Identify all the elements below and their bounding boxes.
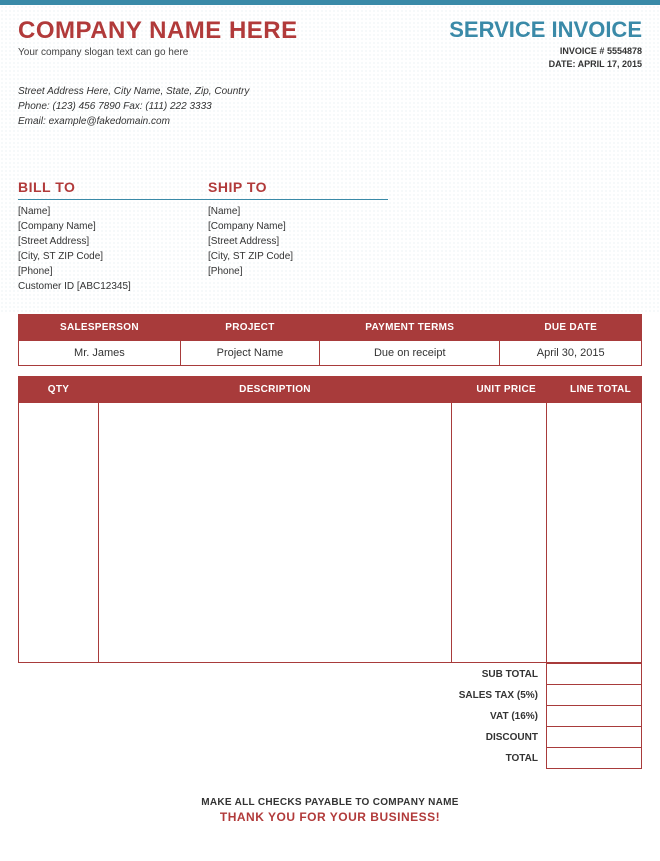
company-address-block: Street Address Here, City Name, State, Z…	[18, 84, 642, 129]
project-value: Project Name	[180, 341, 319, 366]
subtotal-label: SUB TOTAL	[18, 664, 547, 685]
invoice-page: COMPANY NAME HERE Your company slogan te…	[0, 0, 660, 838]
salesperson-header: SALESPERSON	[19, 315, 181, 341]
ship-city: [City, ST ZIP Code]	[208, 249, 398, 264]
company-address: Street Address Here, City Name, State, Z…	[18, 84, 642, 99]
sales-tax-value	[547, 685, 642, 706]
bill-to-details: [Name] [Company Name] [Street Address] […	[18, 204, 208, 294]
invoice-date: APRIL 17, 2015	[578, 59, 642, 69]
bill-ship-rule	[18, 199, 388, 200]
company-block: COMPANY NAME HERE Your company slogan te…	[18, 17, 298, 58]
ship-to-heading: SHIP TO	[208, 179, 398, 195]
unit-price-header: UNIT PRICE	[452, 377, 547, 403]
bill-ship-section: BILL TO SHIP TO	[18, 179, 642, 195]
bill-street: [Street Address]	[18, 234, 208, 249]
email-label: Email:	[18, 116, 46, 127]
ship-name: [Name]	[208, 204, 398, 219]
bill-city: [City, ST ZIP Code]	[18, 249, 208, 264]
header-section: COMPANY NAME HERE Your company slogan te…	[0, 5, 660, 314]
invoice-title-block: SERVICE INVOICE INVOICE # 5554878 DATE: …	[449, 17, 642, 70]
fax-label: Fax:	[123, 101, 142, 112]
ship-street: [Street Address]	[208, 234, 398, 249]
total-label: TOTAL	[18, 748, 547, 769]
invoice-date-line: DATE: APRIL 17, 2015	[449, 58, 642, 71]
footer-thanks: THANK YOU FOR YOUR BUSINESS!	[0, 810, 660, 824]
invoice-number-line: INVOICE # 5554878	[449, 45, 642, 58]
bill-to-column: BILL TO	[18, 179, 208, 195]
ship-to-details: [Name] [Company Name] [Street Address] […	[208, 204, 398, 294]
fax-value: (111) 222 3333	[145, 101, 211, 112]
invoice-number: 5554878	[607, 46, 642, 56]
items-body-row	[19, 403, 642, 663]
salesperson-value: Mr. James	[19, 341, 181, 366]
phone-value: (123) 456 7890	[52, 101, 120, 112]
meta-table: SALESPERSON PROJECT PAYMENT TERMS DUE DA…	[18, 314, 642, 366]
line-total-cell	[547, 403, 642, 663]
description-header: DESCRIPTION	[99, 377, 452, 403]
bill-phone: [Phone]	[18, 264, 208, 279]
ship-company: [Company Name]	[208, 219, 398, 234]
due-date-header: DUE DATE	[500, 315, 642, 341]
totals-table: SUB TOTAL SALES TAX (5%) VAT (16%) DISCO…	[18, 663, 642, 769]
footer-payable: MAKE ALL CHECKS PAYABLE TO COMPANY NAME	[0, 797, 660, 808]
vat-label: VAT (16%)	[18, 706, 547, 727]
vat-value	[547, 706, 642, 727]
description-cell	[99, 403, 452, 663]
invoice-number-label: INVOICE #	[560, 46, 605, 56]
due-date-value: April 30, 2015	[500, 341, 642, 366]
phone-label: Phone:	[18, 101, 50, 112]
total-value	[547, 748, 642, 769]
qty-header: QTY	[19, 377, 99, 403]
bill-customer-id: Customer ID [ABC12345]	[18, 279, 208, 294]
discount-value	[547, 727, 642, 748]
email-value: example@fakedomain.com	[49, 116, 170, 127]
bill-name: [Name]	[18, 204, 208, 219]
bill-company: [Company Name]	[18, 219, 208, 234]
terms-value: Due on receipt	[320, 341, 500, 366]
subtotal-value	[547, 664, 642, 685]
terms-header: PAYMENT TERMS	[320, 315, 500, 341]
discount-label: DISCOUNT	[18, 727, 547, 748]
project-header: PROJECT	[180, 315, 319, 341]
unit-price-cell	[452, 403, 547, 663]
ship-phone: [Phone]	[208, 264, 398, 279]
footer: MAKE ALL CHECKS PAYABLE TO COMPANY NAME …	[0, 797, 660, 838]
qty-cell	[19, 403, 99, 663]
invoice-date-label: DATE:	[549, 59, 576, 69]
sales-tax-label: SALES TAX (5%)	[18, 685, 547, 706]
invoice-title: SERVICE INVOICE	[449, 17, 642, 43]
company-name: COMPANY NAME HERE	[18, 17, 298, 45]
bill-to-heading: BILL TO	[18, 179, 208, 195]
items-table: QTY DESCRIPTION UNIT PRICE LINE TOTAL	[18, 376, 642, 663]
ship-to-column: SHIP TO	[208, 179, 398, 195]
line-total-header: LINE TOTAL	[547, 377, 642, 403]
company-slogan: Your company slogan text can go here	[18, 47, 298, 58]
